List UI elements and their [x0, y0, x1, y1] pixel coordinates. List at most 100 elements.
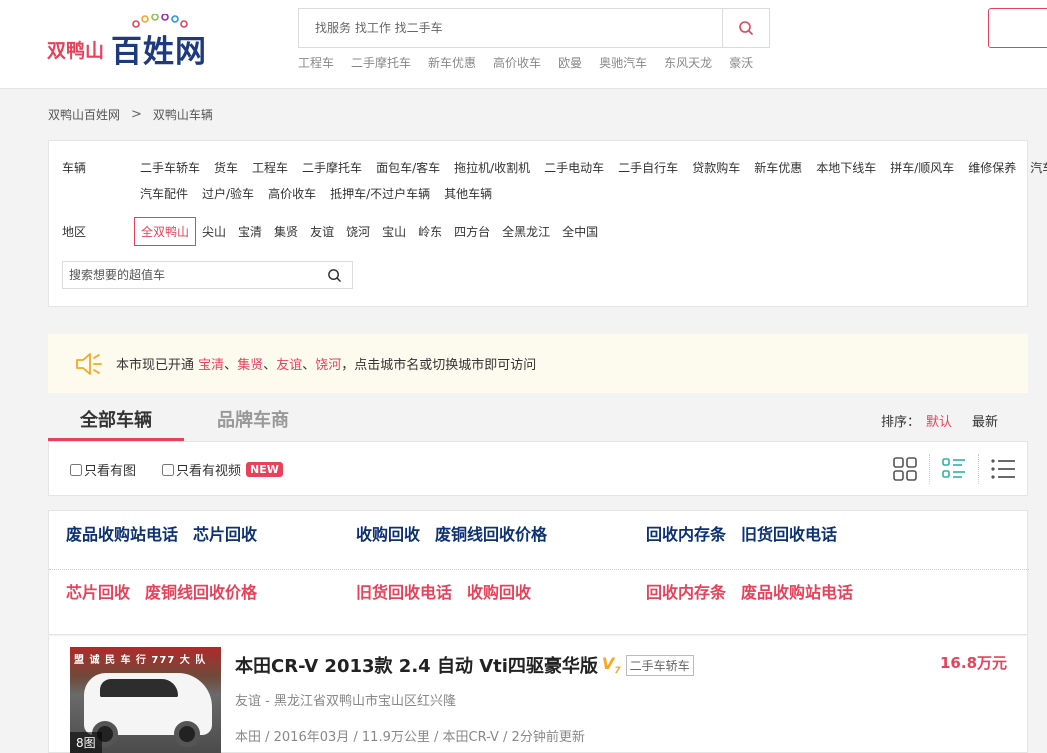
vehicle-category-link[interactable]: 高价收车: [268, 185, 316, 202]
area-link[interactable]: 全中国: [562, 223, 598, 240]
vehicle-category-link[interactable]: 其他车辆: [444, 185, 492, 202]
hot-search-links: 工程车 二手摩托车 新车优惠 高价收车 欧曼 奥驰汽车 东风天龙 豪沃: [298, 54, 770, 71]
area-link[interactable]: 岭东: [418, 223, 442, 240]
grid-view-icon[interactable]: [892, 456, 918, 482]
notice-prefix: 本市现已开通: [116, 358, 195, 373]
hot-link[interactable]: 新车优惠: [428, 54, 476, 71]
ad-link[interactable]: 旧货回收电话: [356, 579, 452, 603]
vip-level: 7: [614, 666, 621, 677]
vehicle-category-link[interactable]: 贷款购车: [692, 159, 740, 176]
ad-link[interactable]: 芯片回收: [66, 579, 130, 603]
only-images-checkbox[interactable]: 只看有图: [70, 460, 136, 479]
tab-all-vehicles[interactable]: 全部车辆: [80, 406, 152, 432]
hot-link[interactable]: 欧曼: [558, 54, 582, 71]
ad-link[interactable]: 芯片回收: [193, 521, 257, 545]
vehicle-category-link[interactable]: 二手车轿车: [140, 159, 200, 176]
ad-link[interactable]: 收购回收: [467, 579, 531, 603]
notice-city-link[interactable]: 饶河: [315, 358, 341, 373]
breadcrumb-home[interactable]: 双鸭山百姓网: [48, 106, 120, 123]
hot-link[interactable]: 二手摩托车: [351, 54, 411, 71]
only-images-check[interactable]: [70, 463, 82, 476]
ad-link[interactable]: 废铜线回收价格: [145, 579, 257, 603]
notice-city-link[interactable]: 友谊: [276, 358, 302, 373]
vehicle-listing-item[interactable]: 盟 诚 民 车 行 777 大 队 8图 本田CR-V 2013款 2.4 自动…: [48, 636, 1028, 753]
list-view-icon[interactable]: [990, 456, 1016, 482]
vehicle-category-link[interactable]: 汽车配件: [140, 185, 188, 202]
car-wheel-shape: [174, 721, 200, 747]
sponsored-links: 废品收购站电话 芯片回收 收购回收 废铜线回收价格 回收内存条 旧货回收电话 芯…: [48, 510, 1029, 635]
card-list-view-icon[interactable]: [941, 456, 967, 482]
vehicle-category-link[interactable]: 拖拉机/收割机: [454, 159, 530, 176]
sort-latest[interactable]: 最新: [972, 411, 998, 430]
vehicle-category-link[interactable]: 二手电动车: [544, 159, 604, 176]
only-images-label: 只看有图: [84, 464, 137, 479]
hot-link[interactable]: 工程车: [298, 54, 334, 71]
hot-link[interactable]: 东风天龙: [664, 54, 712, 71]
vehicle-category-link[interactable]: 过户/验车: [202, 185, 254, 202]
vehicle-category-link[interactable]: 二手自行车: [618, 159, 678, 176]
area-link[interactable]: 饶河: [346, 223, 370, 240]
vehicle-category-row-2: 汽车配件 过户/验车 高价收车 抵押车/不过户车辆 其他车辆: [140, 185, 506, 202]
area-filter-label: 地区: [62, 225, 87, 239]
vehicle-category-link[interactable]: 新车优惠: [754, 159, 802, 176]
vehicle-category-link[interactable]: 维修保养: [968, 159, 1016, 176]
area-link[interactable]: 全黑龙江: [502, 223, 550, 240]
vehicle-category-link[interactable]: 面包车/客车: [376, 159, 440, 176]
sort-options: 排序： 默认 最新: [881, 411, 998, 430]
only-video-check[interactable]: [162, 463, 174, 476]
ad-link[interactable]: 废品收购站电话: [741, 579, 853, 603]
ad-link[interactable]: 废铜线回收价格: [435, 521, 547, 545]
ad-link[interactable]: 废品收购站电话: [66, 521, 178, 545]
ad-link[interactable]: 收购回收: [356, 521, 420, 545]
sort-default[interactable]: 默认: [926, 411, 952, 430]
area-link[interactable]: 宝山: [382, 223, 406, 240]
ad-link[interactable]: 回收内存条: [646, 521, 726, 545]
notice-city-link[interactable]: 集贤: [237, 358, 263, 373]
notice-text: 本市现已开通 宝清、集贤、友谊、饶河，点击城市名或切换城市即可访问: [116, 354, 536, 373]
area-link[interactable]: 四方台: [454, 223, 490, 240]
vehicle-category-link[interactable]: 汽车: [1030, 159, 1047, 176]
only-video-label: 只看有视频: [176, 464, 242, 479]
vehicle-category-link[interactable]: 拼车/顺风车: [890, 159, 954, 176]
sort-label: 排序：: [880, 415, 920, 430]
listing-tabs: 全部车辆 品牌车商 排序： 默认 最新: [48, 400, 1028, 442]
breadcrumb: 双鸭山百姓网 > 双鸭山车辆: [48, 106, 213, 123]
listing-toolbar: 只看有图 只看有视频 NEW: [48, 442, 1028, 496]
global-search-input[interactable]: [299, 9, 723, 47]
vehicle-category-link[interactable]: 货车: [214, 159, 238, 176]
vip-mark: V: [601, 653, 615, 673]
site-logo[interactable]: 双鸭山 百姓网: [47, 14, 217, 70]
global-search-button[interactable]: [722, 9, 769, 47]
ad-link[interactable]: 回收内存条: [646, 579, 726, 603]
photo-count: 8图: [70, 732, 102, 753]
vehicle-category-link[interactable]: 二手摩托车: [302, 159, 362, 176]
breadcrumb-current[interactable]: 双鸭山车辆: [153, 106, 213, 123]
speaker-icon: [76, 352, 102, 375]
area-link[interactable]: 友谊: [310, 223, 334, 240]
ad-link[interactable]: 旧货回收电话: [741, 521, 837, 545]
chevron-right-icon: >: [131, 107, 142, 122]
vip-level-badge: V7: [602, 654, 621, 676]
notice-separator: 、: [224, 358, 238, 373]
hot-link[interactable]: 奥驰汽车: [599, 54, 647, 71]
vehicle-photo[interactable]: 盟 诚 民 车 行 777 大 队 8图: [70, 647, 221, 753]
vehicle-category-link[interactable]: 本地下线车: [816, 159, 876, 176]
post-ad-button[interactable]: [988, 8, 1047, 48]
vehicle-category-link[interactable]: 工程车: [252, 159, 288, 176]
view-divider: [929, 454, 930, 484]
search-icon[interactable]: [327, 268, 342, 283]
only-video-checkbox[interactable]: 只看有视频 NEW: [162, 460, 283, 479]
area-link[interactable]: 尖山: [202, 223, 226, 240]
area-link-active[interactable]: 全双鸭山: [134, 217, 197, 246]
vehicle-search-input[interactable]: [63, 262, 313, 288]
area-link[interactable]: 集贤: [274, 223, 298, 240]
listing-title[interactable]: 本田CR-V 2013款 2.4 自动 Vti四驱豪华版: [235, 652, 598, 678]
view-divider: [978, 454, 979, 484]
hot-link[interactable]: 高价收车: [493, 54, 541, 71]
tab-brand-dealers[interactable]: 品牌车商: [217, 406, 289, 432]
hot-link[interactable]: 豪沃: [729, 54, 753, 71]
area-link[interactable]: 宝清: [238, 223, 262, 240]
search-icon: [739, 21, 753, 35]
vehicle-category-link[interactable]: 抵押车/不过户车辆: [330, 185, 430, 202]
notice-city-link[interactable]: 宝清: [198, 358, 224, 373]
